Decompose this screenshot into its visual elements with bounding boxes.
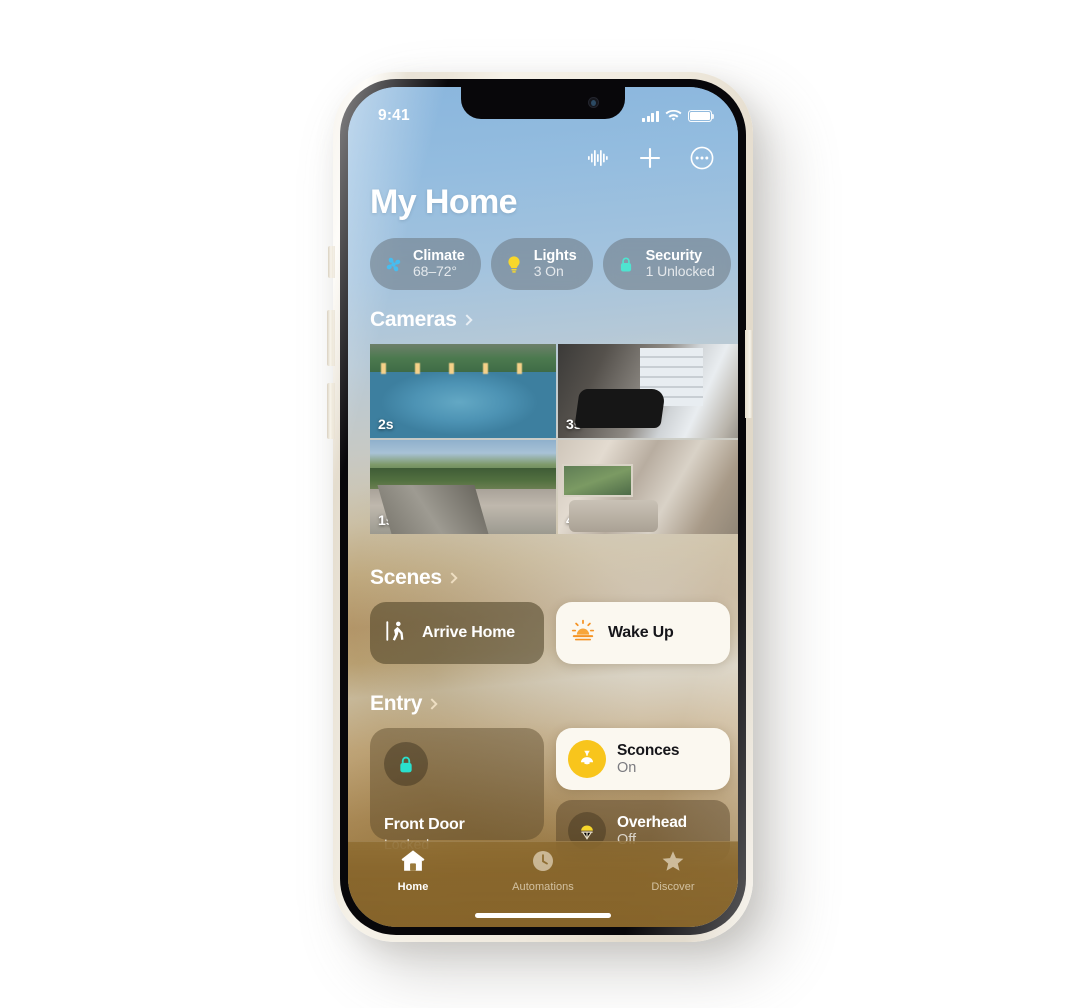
scene-label: Wake Up xyxy=(608,624,674,641)
camera-timestamp: 4s xyxy=(566,512,582,528)
battery-full-icon xyxy=(688,110,715,122)
pill-title: Climate xyxy=(413,247,465,264)
power-button[interactable] xyxy=(745,330,753,418)
pill-title: Lights xyxy=(533,247,577,264)
camera-tile-garage[interactable]: 3s xyxy=(558,344,738,438)
section-header-entry[interactable]: Entry xyxy=(348,692,738,716)
wifi-icon xyxy=(665,110,682,121)
lock-icon xyxy=(615,253,637,275)
status-pill-security[interactable]: Security 1 Unlocked xyxy=(602,238,731,290)
accessory-tile-sconces[interactable]: Sconces On xyxy=(556,728,730,790)
status-pill-lights[interactable]: Lights 3 On xyxy=(490,238,593,290)
camera-timestamp: 1s xyxy=(378,512,394,528)
tab-label: Discover xyxy=(651,881,695,893)
status-bar-indicators xyxy=(642,110,715,122)
house-icon xyxy=(400,849,426,878)
section-title: Cameras xyxy=(370,308,457,331)
section-title: Scenes xyxy=(370,566,442,589)
lock-icon xyxy=(384,742,428,786)
screenshot-canvas: 9:41 My Home Climate 68–72° Lights 3 On … xyxy=(0,0,1080,1008)
scene-tile-arrive-home[interactable]: Arrive Home xyxy=(370,602,544,664)
camera-tile-pool[interactable]: 2s xyxy=(370,344,556,438)
page-title: My Home xyxy=(370,183,518,221)
clock-icon xyxy=(530,849,556,878)
tab-home[interactable]: Home xyxy=(348,849,478,893)
chevron-right-icon xyxy=(460,313,473,326)
camera-tile-livingroom[interactable]: 4s xyxy=(558,440,738,534)
sunrise-icon xyxy=(570,618,596,649)
camera-timestamp: 2s xyxy=(378,416,394,432)
add-icon[interactable] xyxy=(638,146,662,170)
volume-down-button[interactable] xyxy=(327,383,335,439)
volume-up-button[interactable] xyxy=(327,310,335,366)
bulb-icon xyxy=(503,253,525,275)
sconce-lamp-icon xyxy=(568,740,606,778)
home-indicator[interactable] xyxy=(475,913,611,918)
section-title: Entry xyxy=(370,692,423,715)
accessory-title: Overhead xyxy=(617,814,687,832)
accessory-title: Sconces xyxy=(617,742,680,760)
header-actions xyxy=(348,139,738,177)
more-options-icon[interactable] xyxy=(690,146,714,170)
device-notch xyxy=(461,87,625,119)
pill-title: Security xyxy=(645,247,703,264)
scene-label: Arrive Home xyxy=(422,624,515,641)
tab-automations[interactable]: Automations xyxy=(478,849,608,893)
tab-label: Automations xyxy=(512,881,574,893)
accessory-tile-front-door[interactable]: Front Door Locked xyxy=(370,728,544,852)
person-walking-door-icon xyxy=(384,618,410,649)
signal-bars-icon xyxy=(642,110,659,122)
camera-tile-driveway[interactable]: 1s xyxy=(370,440,556,534)
pill-subtitle: 1 Unlocked xyxy=(645,263,715,280)
section-header-cameras[interactable]: Cameras xyxy=(348,308,738,332)
status-pill-climate[interactable]: Climate 68–72° xyxy=(370,238,481,290)
chevron-right-icon xyxy=(446,571,458,584)
chevron-right-icon xyxy=(426,697,438,710)
pill-subtitle: 3 On xyxy=(533,263,564,280)
tab-label: Home xyxy=(397,881,429,893)
star-icon xyxy=(660,849,686,878)
siri-waveform-icon[interactable] xyxy=(588,148,610,168)
accessory-state: On xyxy=(617,759,637,776)
section-header-scenes[interactable]: Scenes xyxy=(348,566,738,590)
tab-discover[interactable]: Discover xyxy=(608,849,738,893)
camera-timestamp: 3s xyxy=(566,416,582,432)
scene-tile-wake-up[interactable]: Wake Up xyxy=(556,602,730,664)
accessory-title: Front Door xyxy=(384,816,465,833)
home-scroll-content[interactable]: My Home Climate 68–72° Lights 3 On Secur… xyxy=(348,87,738,927)
status-bar-time: 9:41 xyxy=(378,107,410,124)
fan-icon xyxy=(382,253,404,275)
phone-screen: 9:41 My Home Climate 68–72° Lights 3 On … xyxy=(348,87,738,927)
pill-subtitle: 68–72° xyxy=(413,263,457,280)
mute-switch[interactable] xyxy=(328,246,335,278)
status-pill-row[interactable]: Climate 68–72° Lights 3 On Security 1 Un… xyxy=(348,222,738,290)
scenes-row[interactable]: Arrive Home Wake Up xyxy=(348,602,738,664)
front-camera-icon xyxy=(588,97,599,108)
camera-grid[interactable]: 2s 3s 1s 4s xyxy=(348,344,738,534)
